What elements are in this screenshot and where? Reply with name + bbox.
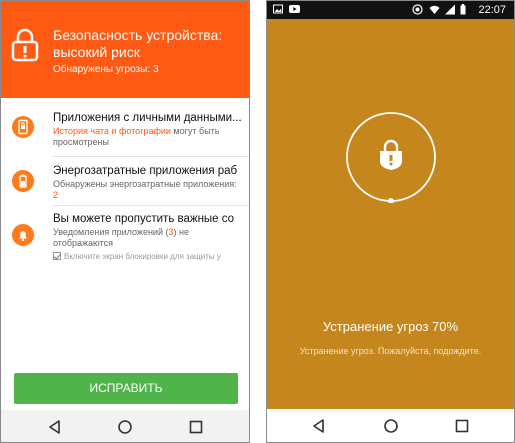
lock-icon [11, 28, 39, 62]
divider [53, 156, 249, 157]
android-navbar [267, 409, 514, 442]
fix-button[interactable]: ИСПРАВИТЬ [14, 373, 238, 404]
issue-item-battery[interactable]: Энергозатратные приложения раб Обнаружен… [1, 165, 249, 209]
threats-detected: Обнаружены угрозы: 3 [53, 64, 159, 75]
issue-desc-text: Обнаружены энергозатратные приложения: [53, 179, 237, 189]
issue-title: Энергозатратные приложения раб [53, 165, 238, 177]
recents-icon[interactable] [454, 418, 470, 434]
lockscreen-checkbox-row[interactable]: Включите экран блокировки для защиты у [53, 252, 243, 261]
right-phone-screen: 22:07 Устранение угроз 70% Устранение уг… [266, 0, 515, 443]
status-left-icons [273, 4, 300, 17]
security-header: Безопасность устройства: высокий риск Об… [1, 1, 249, 98]
shield-lock-icon [380, 139, 402, 170]
issue-desc-highlight: История чата и фотографии [53, 126, 171, 136]
issue-title: Приложения с личными данными... [53, 112, 241, 124]
status-time: 22:07 [478, 4, 506, 16]
status-right-icons [412, 4, 466, 18]
image-notification-icon [273, 4, 283, 14]
signal-icon [445, 4, 455, 15]
issue-description: Обнаружены энергозатратные приложения: 2 [53, 179, 239, 201]
youtube-notification-icon [289, 5, 300, 13]
threats-label: Обнаружены угрозы: [53, 64, 151, 75]
issue-title: Вы можете пропустить важные со [53, 213, 235, 225]
cleaning-screen: Устранение угроз 70% Устранение угроз. П… [267, 19, 514, 409]
issue-desc-prefix: Уведомления приложений ( [53, 227, 169, 237]
battery-icon [12, 170, 34, 192]
threats-count: 3 [153, 64, 159, 75]
issue-description: История чата и фотографии могут быть про… [53, 126, 239, 148]
vpn-icon [412, 4, 423, 15]
issue-item-privacy[interactable]: Приложения с личными данными... История … [1, 112, 249, 158]
security-status-title: Безопасность устройства: высокий риск [53, 27, 223, 60]
cleaning-progress-subtitle: Устранение угроз. Пожалуйста, подождите. [299, 346, 482, 356]
android-navbar [1, 410, 249, 442]
back-icon[interactable] [311, 418, 327, 434]
home-icon[interactable] [383, 418, 399, 434]
phone-lock-icon [12, 116, 34, 138]
status-bar: 22:07 [267, 1, 514, 19]
cleaning-progress-title: Устранение угроз 70% [322, 319, 459, 334]
issue-desc-count: 2 [53, 190, 59, 200]
issue-description: Уведомления приложений (3) не отображают… [53, 227, 239, 249]
lockscreen-checkbox[interactable] [53, 252, 61, 260]
home-icon[interactable] [117, 419, 133, 435]
bell-icon [12, 224, 34, 246]
divider [53, 205, 249, 206]
wifi-icon [429, 5, 440, 14]
battery-status-icon [460, 4, 466, 15]
left-phone-screen: Безопасность устройства: высокий риск Об… [0, 0, 250, 443]
progress-dot [388, 198, 394, 203]
back-icon[interactable] [47, 419, 63, 435]
recents-icon[interactable] [188, 419, 204, 435]
checkbox-label: Включите экран блокировки для защиты у [64, 252, 221, 261]
screenshot-stage: Безопасность устройства: высокий риск Об… [0, 0, 515, 443]
